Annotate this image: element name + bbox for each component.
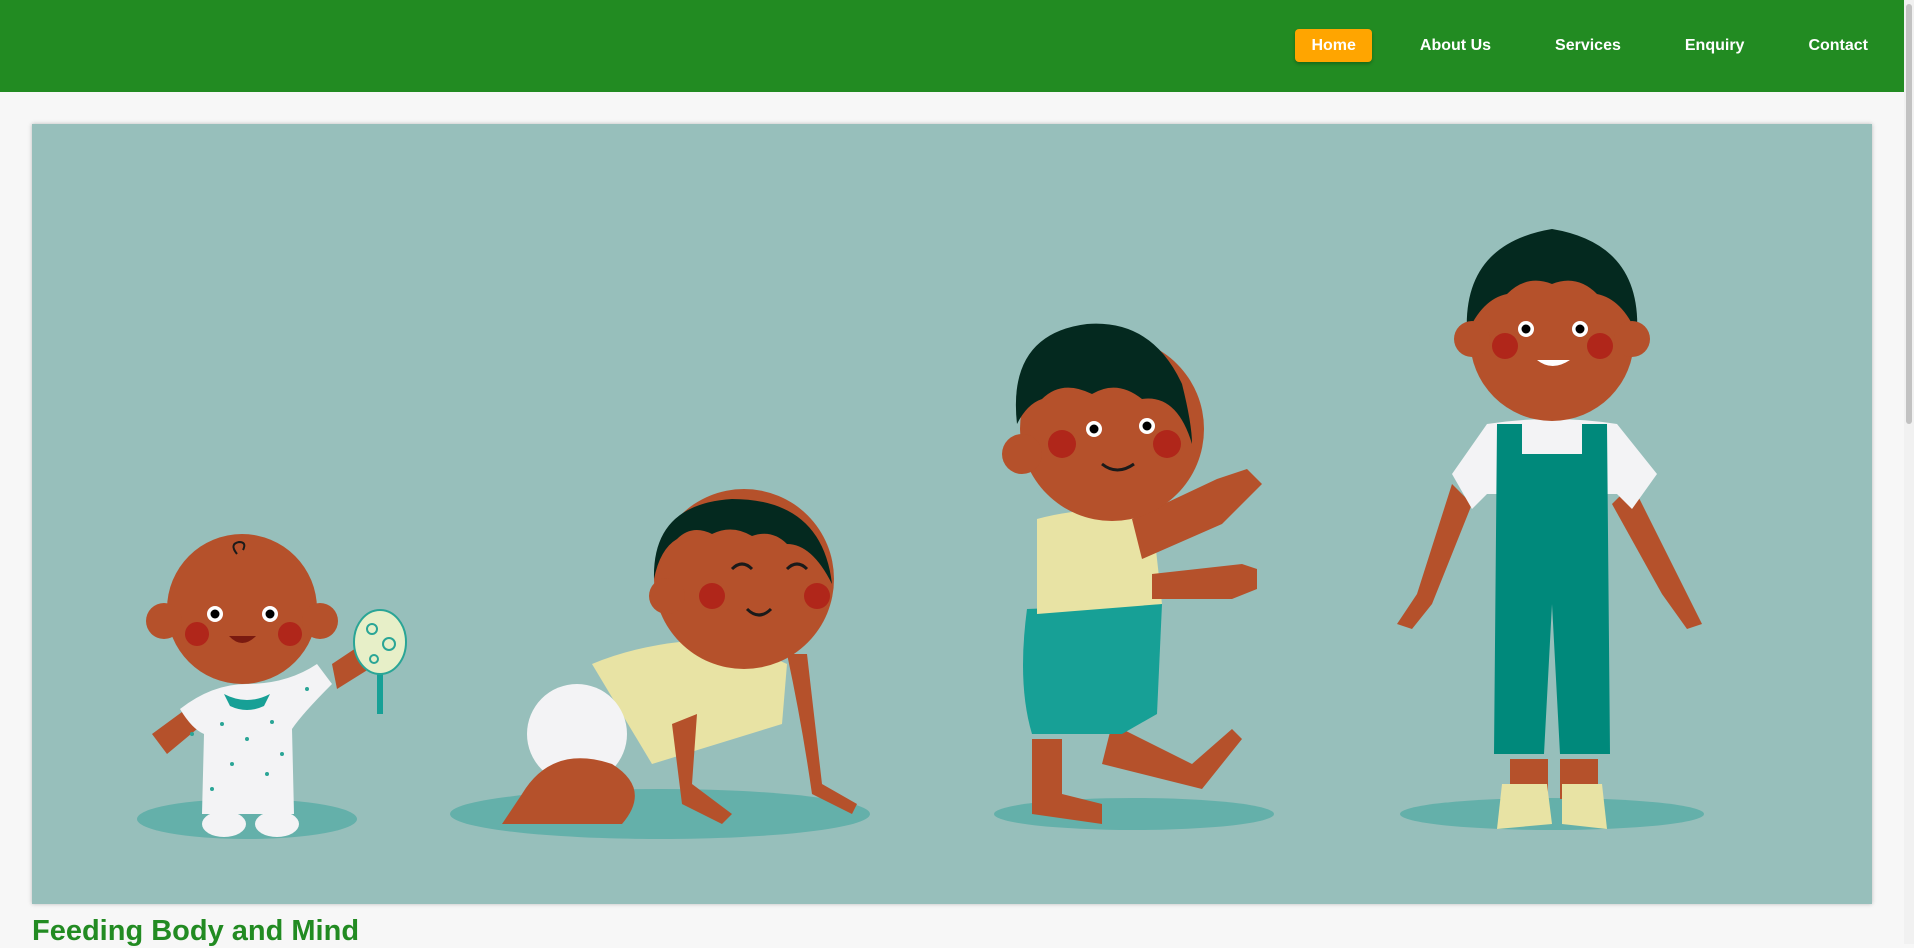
scrollbar-thumb[interactable]: [1906, 4, 1912, 424]
nav-contact-link[interactable]: Contact: [1792, 29, 1884, 62]
hero-banner: [32, 124, 1872, 904]
nav-services-link[interactable]: Services: [1539, 29, 1637, 62]
child-growth-illustration: [32, 124, 1872, 904]
main-nav: Home About Us Services Enquiry Contact: [1263, 29, 1884, 62]
nav-home-link[interactable]: Home: [1295, 29, 1372, 62]
nav-about-link[interactable]: About Us: [1404, 29, 1507, 62]
site-header: Home About Us Services Enquiry Contact: [0, 0, 1904, 92]
page-scrollbar[interactable]: [1904, 0, 1914, 944]
nav-enquiry-link[interactable]: Enquiry: [1669, 29, 1761, 62]
section-title: Feeding Body and Mind: [32, 915, 360, 947]
